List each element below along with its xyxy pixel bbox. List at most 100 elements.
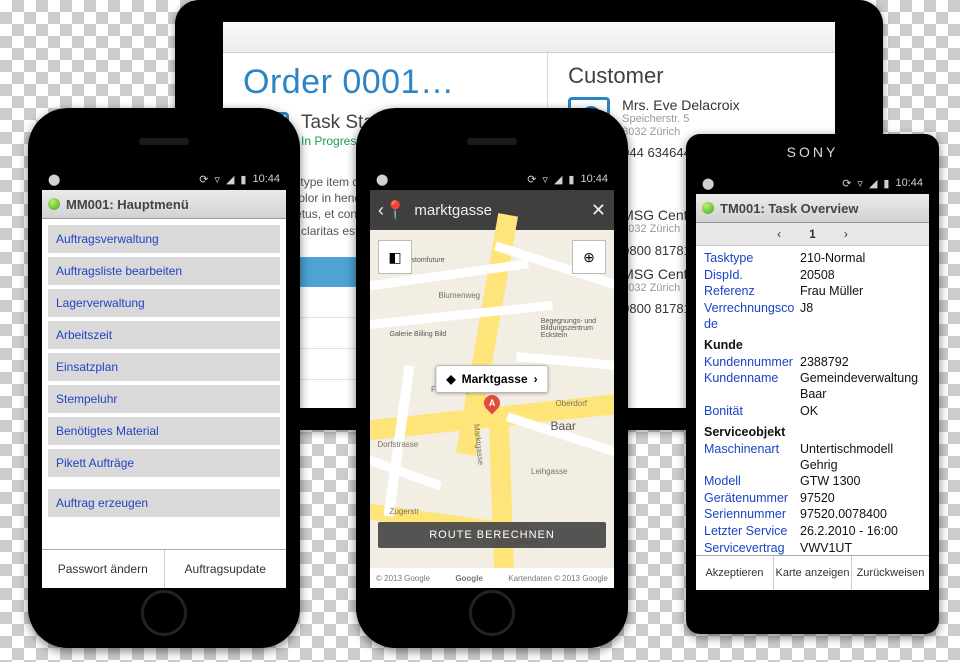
field-label: DispId. bbox=[704, 268, 800, 284]
map-data-copyright: Kartendaten © 2013 Google bbox=[508, 574, 608, 583]
phone-details-frame: SONY ⬤ ⟳ ▿ ◢ ▮ 10:44 TM001: Task Overvie… bbox=[686, 134, 939, 634]
screen-titlebar: MM001: Hauptmenü bbox=[42, 190, 286, 219]
field-value: 26.2.2010 - 16:00 bbox=[800, 524, 898, 540]
customer-heading: Customer bbox=[568, 63, 817, 89]
detail-list: Tasktype210-Normal DispId.20508 Referenz… bbox=[696, 246, 929, 590]
menu-item[interactable]: Einsatzplan bbox=[48, 353, 280, 381]
back-icon[interactable]: ‹📍 bbox=[378, 200, 406, 221]
menu-item[interactable]: Auftragsverwaltung bbox=[48, 225, 280, 253]
sync-icon: ⟳ bbox=[842, 177, 851, 190]
android-statusbar: ⬤ ⟳ ▿ ◢ ▮ 10:44 bbox=[370, 168, 614, 190]
reject-button[interactable]: Zurückweisen bbox=[852, 556, 929, 590]
app-status-dot-icon bbox=[702, 202, 714, 214]
battery-icon: ▮ bbox=[883, 177, 889, 190]
field-value: Frau Müller bbox=[800, 284, 863, 300]
field-label: Kundennummer bbox=[704, 355, 800, 371]
street-label: Marktgasse bbox=[472, 423, 485, 465]
menu-item[interactable]: Auftrag erzeugen bbox=[48, 489, 280, 517]
pager-next[interactable]: › bbox=[844, 227, 848, 241]
field-value: 2388792 bbox=[800, 355, 849, 371]
wifi-icon: ▿ bbox=[214, 173, 220, 186]
screen-title: TM001: Task Overview bbox=[720, 201, 859, 216]
clear-icon[interactable]: ✕ bbox=[591, 200, 606, 221]
pager-prev[interactable]: ‹ bbox=[777, 227, 781, 241]
notif-icon: ⬤ bbox=[48, 173, 60, 186]
sync-icon: ⟳ bbox=[527, 173, 536, 186]
pager: ‹ 1 › bbox=[696, 223, 929, 246]
layers-button[interactable]: ◧ bbox=[378, 240, 412, 274]
poi-label: Begegnungs- und Bildungszentrum Eckstein bbox=[541, 318, 607, 339]
show-map-button[interactable]: Karte anzeigen bbox=[774, 556, 852, 590]
customer-name: Mrs. Eve Delacroix bbox=[622, 97, 739, 113]
order-update-button[interactable]: Auftragsupdate bbox=[165, 550, 287, 588]
signal-icon: ◢ bbox=[226, 173, 234, 186]
field-label: Seriennummer bbox=[704, 507, 800, 523]
map-footer: © 2013 Google Google Kartendaten © 2013 … bbox=[370, 568, 614, 588]
field-label: Tasktype bbox=[704, 251, 800, 267]
field-label: Letzter Service bbox=[704, 524, 800, 540]
menu-item[interactable]: Lagerverwaltung bbox=[48, 289, 280, 317]
street-label: Oberdorf bbox=[555, 399, 587, 408]
sony-logo: SONY bbox=[686, 144, 939, 160]
section-heading: Kunde bbox=[704, 338, 743, 354]
stage: Order 0001… Task Status In Progress 00:2… bbox=[0, 0, 960, 662]
pager-current: 1 bbox=[809, 227, 816, 241]
field-value: Untertischmodell Gehrig bbox=[800, 442, 921, 473]
phone-menu-frame: ⬤ ⟳ ▿ ◢ ▮ 10:44 MM001: Hauptmenü Auftrag… bbox=[28, 108, 300, 648]
field-value: 20508 bbox=[800, 268, 835, 284]
map-searchbar[interactable]: ‹📍 marktgasse ✕ bbox=[370, 190, 614, 230]
field-label: Bonität bbox=[704, 404, 800, 420]
map-pin-icon[interactable]: A bbox=[484, 395, 500, 419]
map-copyright: © 2013 Google bbox=[376, 574, 430, 583]
home-button[interactable] bbox=[141, 590, 187, 636]
wifi-icon: ▿ bbox=[542, 173, 548, 186]
street-label: Leihgasse bbox=[531, 467, 567, 476]
menu-item[interactable]: Benötigtes Material bbox=[48, 417, 280, 445]
battery-icon: ▮ bbox=[568, 173, 574, 186]
field-value: 210-Normal bbox=[800, 251, 865, 267]
notif-icon: ⬤ bbox=[702, 177, 714, 190]
phone-map-frame: ⬤ ⟳ ▿ ◢ ▮ 10:44 ‹📍 marktgasse ✕ bbox=[356, 108, 628, 648]
accept-button[interactable]: Akzeptieren bbox=[696, 556, 774, 590]
field-value: GTW 1300 bbox=[800, 474, 860, 490]
field-label: Modell bbox=[704, 474, 800, 490]
phone-details-screen: ⬤ ⟳ ▿ ◢ ▮ 10:44 TM001: Task Overview ‹ 1… bbox=[696, 172, 929, 590]
field-label: Gerätenummer bbox=[704, 491, 800, 507]
place-name: Marktgasse bbox=[462, 372, 528, 386]
field-label: Referenz bbox=[704, 284, 800, 300]
google-logo: Google bbox=[455, 574, 483, 583]
menu-item[interactable]: Auftragsliste bearbeiten bbox=[48, 257, 280, 285]
menu-item[interactable]: Stempeluhr bbox=[48, 385, 280, 413]
field-value: 97520 bbox=[800, 491, 835, 507]
home-button[interactable] bbox=[469, 590, 515, 636]
street-label: Zugerstr bbox=[390, 507, 420, 516]
signal-icon: ◢ bbox=[869, 177, 877, 190]
place-chip[interactable]: ◆ Marktgasse › bbox=[435, 365, 548, 393]
screen-titlebar: TM001: Task Overview bbox=[696, 194, 929, 223]
my-location-button[interactable]: ⊕ bbox=[572, 240, 606, 274]
android-statusbar: ⬤ ⟳ ▿ ◢ ▮ 10:44 bbox=[42, 168, 286, 190]
statusbar-time: 10:44 bbox=[580, 173, 608, 185]
chevron-right-icon: › bbox=[534, 372, 538, 386]
phone-speaker bbox=[467, 138, 517, 145]
field-value: 97520.0078400 bbox=[800, 507, 887, 523]
menu-item[interactable]: Arbeitszeit bbox=[48, 321, 280, 349]
customer-addr1: Speicherstr. 5 bbox=[622, 113, 739, 126]
app-status-dot-icon bbox=[48, 198, 60, 210]
phone-map-screen: ⬤ ⟳ ▿ ◢ ▮ 10:44 ‹📍 marktgasse ✕ bbox=[370, 168, 614, 588]
menu-item[interactable]: Pikett Aufträge bbox=[48, 449, 280, 477]
poi-label: Galerie Billing Bild bbox=[390, 331, 447, 338]
route-button[interactable]: ROUTE BERECHNEN bbox=[378, 522, 606, 548]
signal-icon: ◢ bbox=[554, 173, 562, 186]
password-change-button[interactable]: Passwort ändern bbox=[42, 550, 165, 588]
field-label: Kundenname bbox=[704, 371, 800, 387]
screen-title: MM001: Hauptmenü bbox=[66, 197, 189, 212]
statusbar-time: 10:44 bbox=[895, 177, 923, 189]
notif-icon: ⬤ bbox=[376, 173, 388, 186]
directions-icon: ◆ bbox=[446, 372, 455, 386]
map-canvas[interactable]: Blumenweg customfuture Galerie Billing B… bbox=[370, 230, 614, 568]
field-value: OK bbox=[800, 404, 818, 420]
bottom-bar: Akzeptieren Karte anzeigen Zurückweisen bbox=[696, 555, 929, 590]
field-label: Verrechnungscode bbox=[704, 301, 800, 332]
field-value: VWV1UT bbox=[800, 541, 852, 557]
